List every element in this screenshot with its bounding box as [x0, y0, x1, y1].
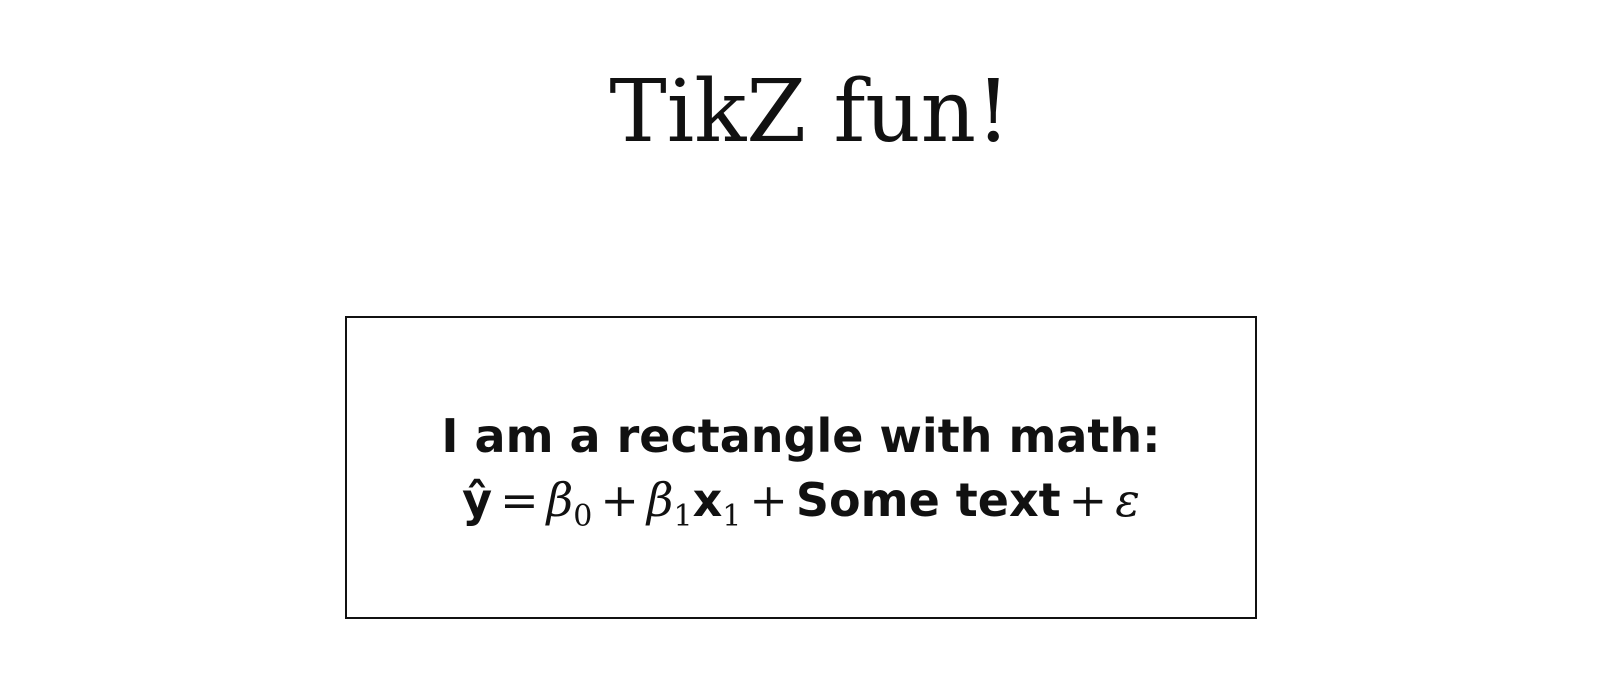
rectangle-node: I am a rectangle with math: ŷ = β0 + β1x1 + So…: [345, 316, 1257, 619]
subscript-1a: 1: [673, 499, 693, 534]
beta-1-symbol: β: [646, 473, 674, 527]
subscript-1b: 1: [722, 499, 742, 534]
beta-0-symbol: β: [546, 473, 574, 527]
epsilon-symbol: ε: [1115, 473, 1140, 527]
rectangle-equation: ŷ = β0 + β1x1 + Some text + ε: [347, 470, 1255, 534]
plus-sign-3: +: [1068, 473, 1108, 527]
equation-text: Some text: [795, 473, 1061, 527]
plus-sign-1: +: [600, 473, 639, 527]
page-title: TikZ fun!: [609, 62, 1011, 162]
equals-sign: =: [500, 473, 539, 527]
plus-sign-2: +: [749, 473, 788, 527]
x-symbol: x: [692, 473, 723, 527]
subscript-0: 0: [573, 499, 593, 534]
rectangle-caption: I am a rectangle with math:: [441, 409, 1161, 463]
y-hat-symbol: ŷ: [462, 473, 493, 527]
